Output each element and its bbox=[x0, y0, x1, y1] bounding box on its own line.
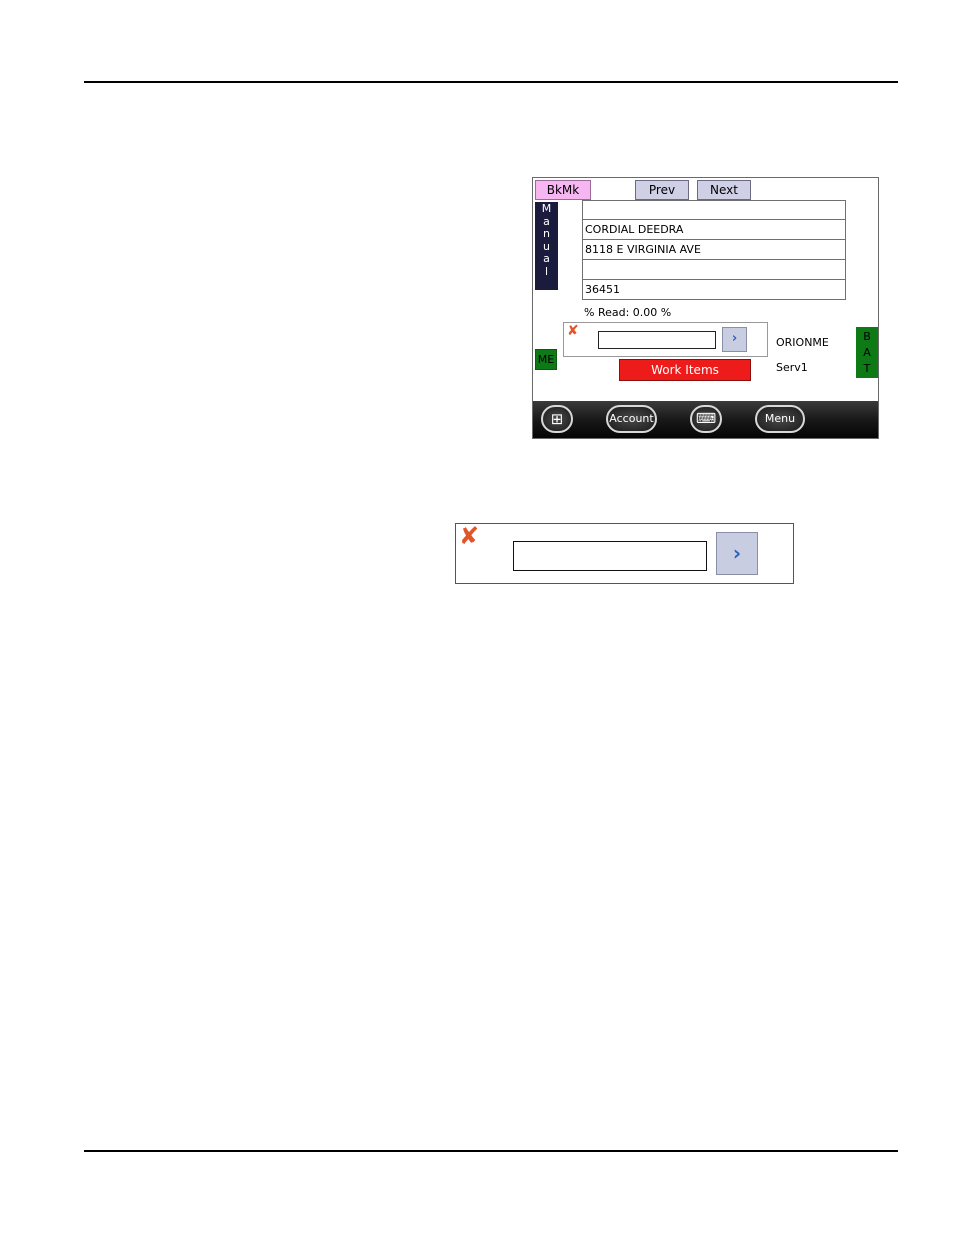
chevron-right-icon[interactable]: › bbox=[722, 327, 747, 352]
zoomed-reading-input[interactable] bbox=[513, 541, 707, 571]
windows-start-icon[interactable]: ⊞ bbox=[541, 405, 573, 433]
me-status-button[interactable]: ME bbox=[535, 349, 557, 370]
zoomed-entry-box: ✘ › bbox=[455, 522, 794, 584]
manual-mode-button[interactable]: M a n u a l bbox=[535, 202, 558, 290]
chevron-right-icon[interactable]: › bbox=[716, 532, 758, 575]
address-field: 8118 E VIRGINIA AVE bbox=[582, 240, 846, 260]
work-items-button[interactable]: Work Items bbox=[619, 359, 751, 381]
bat-letter: B bbox=[863, 330, 871, 344]
menu-button[interactable]: Menu bbox=[755, 405, 805, 433]
red-x-icon[interactable]: ✘ bbox=[459, 522, 479, 550]
server-label: Serv1 bbox=[776, 361, 808, 374]
bat-letter: T bbox=[863, 361, 871, 375]
info-field-1 bbox=[582, 200, 846, 220]
manual-letter: M bbox=[541, 202, 552, 215]
keyboard-icon[interactable]: ⌨ bbox=[690, 405, 722, 433]
device-screen: BkMk Prev Next M a n u a l CORDIAL DEEDR… bbox=[532, 177, 879, 439]
reading-input[interactable] bbox=[598, 331, 716, 349]
manual-letter: a bbox=[543, 252, 550, 265]
info-field-4 bbox=[582, 260, 846, 280]
reading-entry-box: ✘ › bbox=[563, 322, 768, 357]
customer-name-field: CORDIAL DEEDRA bbox=[582, 220, 846, 240]
account-button[interactable]: Account bbox=[606, 405, 657, 433]
footer-rule bbox=[84, 1150, 898, 1152]
manual-letter: n bbox=[543, 227, 550, 240]
battery-status-indicator: B A T bbox=[856, 327, 878, 378]
bat-letter: A bbox=[863, 345, 871, 359]
meter-reader-label: ORIONME bbox=[776, 336, 829, 349]
account-info-fields: CORDIAL DEEDRA 8118 E VIRGINIA AVE 36451 bbox=[582, 200, 846, 300]
taskbar: ⊞ Account ⌨ Menu bbox=[533, 401, 878, 438]
manual-letter: l bbox=[544, 264, 549, 278]
account-number-field: 36451 bbox=[582, 280, 846, 300]
next-button[interactable]: Next bbox=[697, 180, 751, 200]
bookmark-button[interactable]: BkMk bbox=[535, 180, 591, 200]
header-rule bbox=[84, 81, 898, 83]
percent-read-label: % Read: 0.00 % bbox=[584, 306, 672, 319]
red-x-icon[interactable]: ✘ bbox=[567, 323, 579, 339]
prev-button[interactable]: Prev bbox=[635, 180, 689, 200]
